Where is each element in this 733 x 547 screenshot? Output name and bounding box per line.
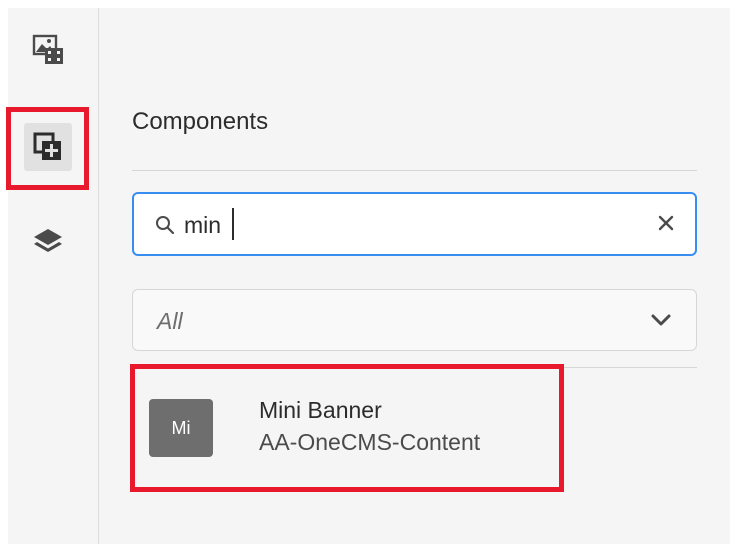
chevron-down-icon — [650, 312, 672, 333]
search-icon — [154, 214, 176, 241]
panel-title: Components — [132, 108, 269, 135]
group-filter-value: All — [157, 308, 183, 334]
rail-layers-button[interactable] — [24, 217, 72, 265]
clear-search-button[interactable] — [655, 214, 677, 236]
component-list-item[interactable]: Mi Mini Banner AA-OneCMS-Content — [132, 366, 562, 490]
layers-icon — [32, 225, 64, 257]
search-input[interactable] — [184, 208, 624, 242]
component-group: AA-OneCMS-Content — [259, 429, 481, 455]
rail-components-button[interactable] — [24, 123, 72, 171]
components-icon — [32, 131, 64, 163]
rail-assets-button[interactable] — [24, 26, 72, 74]
assets-icon — [31, 33, 65, 67]
close-icon — [658, 215, 674, 236]
title-divider — [132, 170, 697, 171]
group-filter-dropdown[interactable]: All — [132, 289, 697, 351]
component-avatar: Mi — [149, 399, 213, 457]
side-rail — [8, 8, 99, 544]
text-cursor — [232, 208, 234, 240]
component-name: Mini Banner — [259, 397, 382, 423]
search-field[interactable] — [132, 192, 697, 256]
